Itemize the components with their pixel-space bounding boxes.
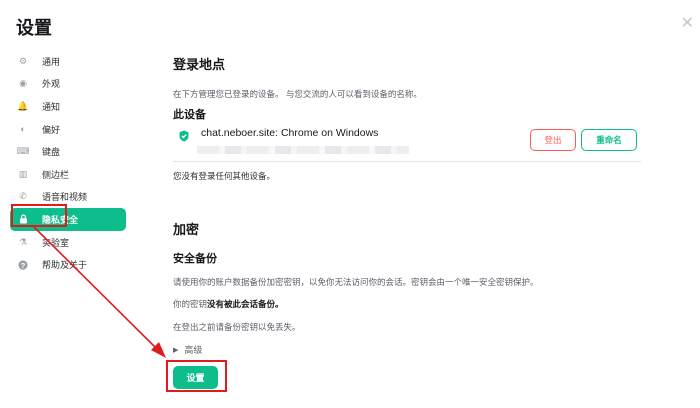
sidebar-item-appearance[interactable]: ◉ 外观 — [10, 73, 126, 96]
sign-out-button[interactable]: 登出 — [530, 129, 576, 151]
backup-status-warning: 没有被此会话备份。 — [207, 299, 284, 309]
sidebar-item-label: 通用 — [42, 56, 61, 67]
backup-hint: 在登出之前请备份密钥以免丢失。 — [173, 322, 301, 332]
backup-status-prefix: 你的密钥 — [173, 299, 208, 309]
rename-button[interactable]: 重命名 — [581, 129, 637, 151]
sidebar-item-label: 实验室 — [42, 237, 70, 248]
current-device-row: chat.neboer.site: Chrome on Windows 登出 重… — [173, 126, 641, 162]
no-other-devices-text: 您没有登录任何其他设备。 — [173, 171, 276, 181]
lock-icon — [16, 213, 30, 225]
setup-backup-button[interactable]: 设置 — [173, 366, 218, 389]
sidebar-item-label: 通知 — [42, 101, 61, 112]
sidebar-item-sidebar[interactable]: ▥ 侧边栏 — [10, 163, 126, 186]
sidebar-item-label: 侧边栏 — [42, 169, 70, 180]
sidebar-item-voice-video[interactable]: ✆ 语音和视频 — [10, 186, 126, 209]
redacted-device-details — [197, 146, 409, 154]
sidebar-item-label: 外观 — [42, 79, 61, 90]
advanced-label: 高级 — [184, 345, 203, 355]
sidebar-item-label: 语音和视频 — [42, 192, 88, 203]
phone-icon: ✆ — [19, 191, 27, 202]
sidebar-item-help[interactable]: ? 帮助及关于 — [10, 253, 126, 276]
keyboard-icon: ⌨ — [16, 146, 30, 157]
verified-shield-icon — [179, 130, 189, 142]
secure-backup-heading: 安全备份 — [173, 253, 217, 265]
sidebar-icon: ▥ — [18, 168, 28, 179]
sidebar-item-notifications[interactable]: 🔔 通知 — [10, 95, 126, 118]
sidebar-item-label: 帮助及关于 — [42, 260, 88, 271]
this-device-heading: 此设备 — [173, 109, 206, 121]
sidebar-item-label: 键盘 — [42, 147, 61, 158]
gear-icon: ⚙ — [18, 55, 28, 66]
sidebar-item-general[interactable]: ⚙ 通用 — [10, 50, 126, 73]
encryption-heading: 加密 — [173, 222, 200, 237]
sidebar-item-label: 偏好 — [42, 124, 61, 135]
help-icon: ? — [16, 259, 30, 271]
close-icon[interactable]: ✕ — [681, 16, 694, 32]
sidebar-item-labs[interactable]: ⚗ 实验室 — [10, 231, 126, 254]
sidebar-item-label: 隐私安全 — [42, 214, 79, 225]
settings-title: 设置 — [16, 18, 52, 38]
flask-icon: ⚗ — [18, 236, 28, 247]
backup-status: 你的密钥没有被此会话备份。 — [173, 298, 284, 310]
svg-text:?: ? — [21, 260, 26, 269]
device-name: chat.neboer.site: Chrome on Windows — [201, 127, 379, 139]
advanced-toggle[interactable]: ▶ 高级 — [173, 343, 202, 356]
sidebar-item-keyboard[interactable]: ⌨ 键盘 — [10, 140, 126, 163]
sessions-description: 在下方管理您已登录的设备。 与您交流的人可以看到设备的名称。 — [173, 89, 422, 99]
toggle-icon: ◐ — [20, 124, 26, 135]
bell-icon: 🔔 — [17, 100, 29, 111]
sidebar-item-preferences[interactable]: ◐ 偏好 — [10, 118, 126, 141]
secure-backup-description: 请使用你的账户数据备份加密密钥，以免你无法访问你的会话。密钥会由一个唯一安全密钥… — [173, 277, 539, 287]
caret-right-icon: ▶ — [173, 346, 179, 354]
settings-sidebar: ⚙ 通用 ◉ 外观 🔔 通知 ◐ 偏好 ⌨ 键盘 ▥ 侧边栏 ✆ 语音和视频 隐… — [10, 50, 126, 276]
sidebar-item-security[interactable]: 隐私安全 — [10, 208, 126, 231]
eye-icon: ◉ — [19, 78, 27, 89]
sessions-heading: 登录地点 — [173, 57, 226, 72]
